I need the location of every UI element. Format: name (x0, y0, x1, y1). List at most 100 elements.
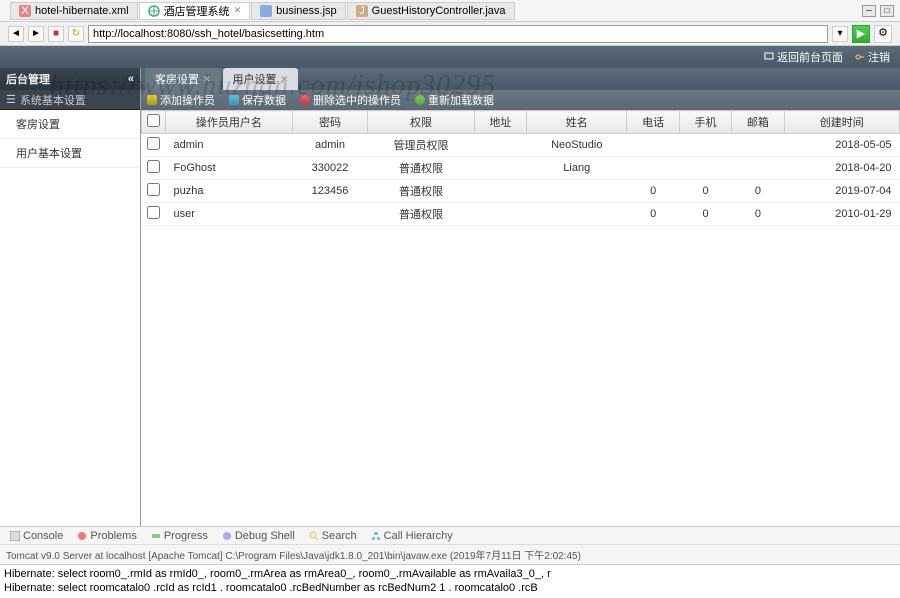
delete-button[interactable]: 删除选中的操作员 (300, 92, 401, 108)
table-row[interactable]: FoGhost330022普通权限Liang2018-04-20 (142, 157, 900, 180)
url-input[interactable] (88, 25, 828, 43)
close-icon[interactable]: ✕ (234, 5, 242, 16)
cell-created: 2018-04-20 (784, 157, 899, 180)
cell-user: FoGhost (166, 157, 293, 180)
reload-button[interactable]: 重新加载数据 (415, 92, 494, 108)
cell-addr (474, 134, 526, 157)
stop-button[interactable]: ■ (48, 26, 64, 42)
content-area: 客房设置 ✕ 用户设置 ✕ 添加操作员 保存数据 删除选中的操作员 重新加载数据… (140, 68, 900, 526)
tab-user-settings[interactable]: 用户设置 ✕ (223, 68, 299, 90)
cell-mobile: 0 (679, 180, 731, 203)
cell-email (732, 134, 784, 157)
select-all-header[interactable] (142, 111, 166, 134)
sidebar-section[interactable]: ☰ 系统基本设置 (0, 90, 140, 110)
tab-search[interactable]: Search (303, 529, 363, 543)
col-name[interactable]: 姓名 (527, 111, 627, 134)
close-icon[interactable]: ✕ (281, 74, 289, 85)
sidebar-item-user[interactable]: 用户基本设置 (0, 139, 140, 168)
folder-add-icon (147, 95, 157, 105)
tab-label: hotel-hibernate.xml (35, 5, 129, 17)
col-username[interactable]: 操作员用户名 (166, 111, 293, 134)
sidebar: 后台管理 « ☰ 系统基本设置 客房设置 用户基本设置 (0, 68, 140, 526)
server-status-line: Tomcat v9.0 Server at localhost [Apache … (0, 544, 900, 564)
cell-perm: 普通权限 (368, 157, 474, 180)
cell-tel: 0 (627, 180, 679, 203)
add-operator-button[interactable]: 添加操作员 (147, 92, 215, 108)
cell-mobile (679, 157, 731, 180)
row-checkbox[interactable] (147, 206, 160, 219)
cell-email (732, 157, 784, 180)
main-area: 后台管理 « ☰ 系统基本设置 客房设置 用户基本设置 客房设置 ✕ 用户设置 … (0, 68, 900, 526)
cell-pwd (292, 203, 368, 226)
back-button[interactable]: ◄ (8, 26, 24, 42)
screen-icon (764, 52, 774, 62)
collapse-icon[interactable]: « (128, 73, 134, 85)
col-permission[interactable]: 权限 (368, 111, 474, 134)
tab-label: business.jsp (276, 5, 337, 17)
editor-tab-xml[interactable]: X hotel-hibernate.xml (10, 2, 138, 20)
cell-email: 0 (732, 180, 784, 203)
cell-tel: 0 (627, 203, 679, 226)
tab-console[interactable]: Console (4, 529, 69, 543)
app-header: 返回前台页面 注销 (0, 46, 900, 68)
key-icon (855, 52, 865, 62)
back-to-front-link[interactable]: 返回前台页面 (764, 49, 843, 65)
table-row[interactable]: user普通权限0002010-01-29 (142, 203, 900, 226)
cell-pwd: admin (292, 134, 368, 157)
globe-icon (148, 5, 160, 17)
browser-settings-button[interactable]: ⚙ (874, 25, 892, 43)
select-all-checkbox[interactable] (147, 114, 160, 127)
cell-mobile (679, 134, 731, 157)
java-icon: J (356, 5, 368, 17)
col-password[interactable]: 密码 (292, 111, 368, 134)
col-created[interactable]: 创建时间 (784, 111, 899, 134)
console-line: Hibernate: select roomcatalo0 .rcId as r… (4, 581, 896, 595)
minimize-button[interactable]: ─ (862, 5, 876, 17)
cell-mobile: 0 (679, 203, 731, 226)
cell-name (527, 180, 627, 203)
cell-user: puzha (166, 180, 293, 203)
tab-progress[interactable]: Progress (145, 529, 214, 543)
disk-icon (229, 95, 239, 105)
sidebar-title: 后台管理 (6, 71, 50, 87)
go-button[interactable]: ▶ (852, 25, 870, 43)
cell-created: 2010-01-29 (784, 203, 899, 226)
row-checkbox[interactable] (147, 160, 160, 173)
logout-link[interactable]: 注销 (855, 49, 890, 65)
col-phone[interactable]: 电话 (627, 111, 679, 134)
console-line: Hibernate: select room0_.rmId as rmId0_,… (4, 567, 896, 581)
cell-perm: 普通权限 (368, 203, 474, 226)
hierarchy-icon (371, 531, 381, 541)
cell-addr (474, 203, 526, 226)
content-tab-bar: 客房设置 ✕ 用户设置 ✕ (141, 68, 900, 90)
tab-problems[interactable]: Problems (71, 529, 142, 543)
row-checkbox[interactable] (147, 137, 160, 150)
window-controls: ─ □ (862, 5, 900, 17)
col-address[interactable]: 地址 (474, 111, 526, 134)
editor-tab-web[interactable]: 酒店管理系统 ✕ (139, 2, 251, 20)
tab-room-settings[interactable]: 客房设置 ✕ (145, 68, 221, 90)
cell-tel (627, 157, 679, 180)
close-icon[interactable]: ✕ (203, 74, 211, 85)
forward-button[interactable]: ► (28, 26, 44, 42)
tab-debug-shell[interactable]: Debug Shell (216, 529, 301, 543)
save-button[interactable]: 保存数据 (229, 92, 286, 108)
table-row[interactable]: puzha123456普通权限0002019-07-04 (142, 180, 900, 203)
refresh-button[interactable]: ↻ (68, 26, 84, 42)
col-email[interactable]: 邮箱 (732, 111, 784, 134)
row-checkbox[interactable] (147, 183, 160, 196)
col-mobile[interactable]: 手机 (679, 111, 731, 134)
sidebar-item-room[interactable]: 客房设置 (0, 110, 140, 139)
tab-call-hierarchy[interactable]: Call Hierarchy (365, 529, 459, 543)
editor-tab-jsp[interactable]: business.jsp (251, 2, 346, 20)
svg-text:J: J (359, 5, 365, 17)
table-row[interactable]: adminadmin管理员权限NeoStudio2018-05-05 (142, 134, 900, 157)
data-grid: 操作员用户名 密码 权限 地址 姓名 电话 手机 邮箱 创建时间 adminad… (141, 110, 900, 526)
grid-header-row: 操作员用户名 密码 权限 地址 姓名 电话 手机 邮箱 创建时间 (142, 111, 900, 134)
xml-icon: X (19, 5, 31, 17)
editor-tab-java[interactable]: J GuestHistoryController.java (347, 2, 515, 20)
maximize-button[interactable]: □ (880, 5, 894, 17)
cell-user: admin (166, 134, 293, 157)
dropdown-button[interactable]: ▾ (832, 26, 848, 42)
cell-pwd: 123456 (292, 180, 368, 203)
